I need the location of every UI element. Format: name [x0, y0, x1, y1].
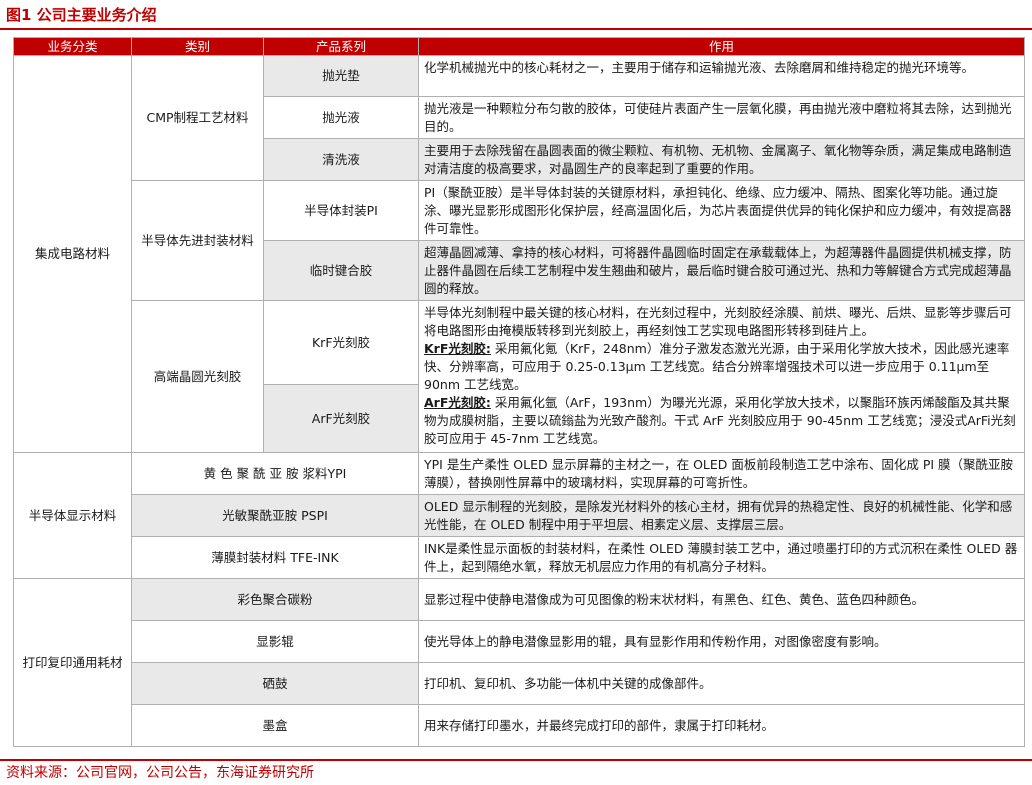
product-drum-cartridge: 硒鼓: [131, 662, 419, 705]
use-polishing-pad: 化学机械抛光中的核心耗材之一，主要用于储存和运输抛光液、去除磨屑和维持稳定的抛光…: [418, 55, 1025, 97]
table-row: 墨盒 用来存储打印墨水，并最终完成打印的部件，隶属于打印耗材。: [14, 704, 1025, 747]
use-tfe-ink: INK是柔性显示面板的封装材料，在柔性 OLED 薄膜封装工艺中，通过喷墨打印的…: [418, 536, 1025, 579]
header-function: 作用: [418, 37, 1025, 56]
header-category: 类别: [131, 37, 264, 56]
product-cleaning-fluid: 清洗液: [263, 138, 419, 181]
product-tfe-ink: 薄膜封装材料 TFE-INK: [131, 536, 419, 579]
product-krf-photoresist: KrF光刻胶: [263, 300, 419, 385]
business-table: 业务分类 类别 产品系列 作用 集成电路材料 CMP制程工艺材料 抛光垫 化学机…: [13, 37, 1025, 747]
use-developer-roller: 使光导体上的静电潜像显影用的辊，具有显影作用和传粉作用，对图像密度有影响。: [418, 620, 1025, 663]
use-color-toner: 显影过程中使静电潜像成为可见图像的粉末状材料，有黑色、红色、黄色、蓝色四种颜色。: [418, 578, 1025, 621]
title-divider: [0, 28, 1032, 30]
table-row: 集成电路材料 CMP制程工艺材料 抛光垫 化学机械抛光中的核心耗材之一，主要用于…: [13, 55, 1025, 453]
product-color-toner: 彩色聚合碳粉: [131, 578, 419, 621]
table-header-row: 业务分类 类别 产品系列 作用: [13, 37, 1025, 56]
table-row: 半导体先进封装材料 半导体封装PI PI（聚酰亚胺）是半导体封装的关键原材料，承…: [14, 180, 1025, 301]
table-row: 薄膜封装材料 TFE-INK INK是柔性显示面板的封装材料，在柔性 OLED …: [14, 536, 1025, 579]
table-row: 高端晶圆光刻胶 KrF光刻胶 半导体光刻制程中最关键的核心材料，在光刻过程中，光…: [14, 300, 1025, 453]
use-packaging-pi: PI（聚酰亚胺）是半导体封装的关键原材料，承担钝化、绝缘、应力缓冲、隔热、图案化…: [418, 180, 1025, 241]
product-ink-cartridge: 墨盒: [131, 704, 419, 747]
use-photoresist: 半导体光刻制程中最关键的核心材料，在光刻过程中，光刻胶经涂膜、前烘、曝光、后烘、…: [418, 300, 1025, 453]
use-temporary-bonding-adhesive: 超薄晶圆减薄、拿持的核心材料，可将器件晶圆临时固定在承载载体上，为超薄器件晶圆提…: [418, 240, 1025, 301]
krf-label: KrF光刻胶:: [424, 341, 491, 356]
product-packaging-pi: 半导体封装PI: [263, 180, 419, 241]
table-row: 硒鼓 打印机、复印机、多功能一体机中关键的成像部件。: [14, 662, 1025, 705]
figure-title: 图1 公司主要业务介绍: [6, 6, 157, 24]
use-pspi: OLED 显示制程的光刻胶，是除发光材料外的核心主材，拥有优异的热稳定性、良好的…: [418, 494, 1025, 537]
use-ypi: YPI 是生产柔性 OLED 显示屏幕的主材之一，在 OLED 面板前段制造工艺…: [418, 452, 1025, 495]
use-polishing-slurry: 抛光液是一种颗粒分布匀散的胶体，可使硅片表面产生一层氧化膜，再由抛光液中磨粒将其…: [418, 96, 1025, 139]
header-product-series: 产品系列: [263, 37, 419, 56]
krf-text: 采用氟化氪（KrF，248nm）准分子激发态激光光源，由于采用化学放大技术，因此…: [424, 341, 1010, 392]
arf-label: ArF光刻胶:: [424, 395, 491, 410]
subcategory-wafer-photoresist: 高端晶圆光刻胶: [131, 300, 264, 453]
use-cleaning-fluid: 主要用于去除残留在晶圆表面的微尘颗粒、有机物、无机物、金属离子、氧化物等杂质，满…: [418, 138, 1025, 181]
krf-description: KrF光刻胶: 采用氟化氪（KrF，248nm）准分子激发态激光光源，由于采用化…: [424, 340, 1020, 394]
table-row: 光敏聚酰亚胺 PSPI OLED 显示制程的光刻胶，是除发光材料外的核心主材，拥…: [14, 494, 1025, 537]
product-developer-roller: 显影辊: [131, 620, 419, 663]
subcategory-advanced-packaging: 半导体先进封装材料: [131, 180, 264, 301]
category-printing-consumables: 打印复印通用耗材: [13, 578, 132, 747]
product-temporary-bonding-adhesive: 临时键合胶: [263, 240, 419, 301]
header-business-category: 业务分类: [13, 37, 132, 56]
table-row: 打印复印通用耗材 彩色聚合碳粉 显影过程中使静电潜像成为可见图像的粉末状材料，有…: [13, 578, 1025, 747]
source-note: 资料来源：公司官网，公司公告，东海证券研究所: [6, 765, 314, 781]
category-display-materials: 半导体显示材料: [13, 452, 132, 579]
product-pspi: 光敏聚酰亚胺 PSPI: [131, 494, 419, 537]
footer-divider: [0, 759, 1032, 761]
use-ink-cartridge: 用来存储打印墨水，并最终完成打印的部件，隶属于打印耗材。: [418, 704, 1025, 747]
product-polishing-pad: 抛光垫: [263, 55, 419, 97]
category-ic-materials: 集成电路材料: [13, 55, 132, 453]
product-polishing-slurry: 抛光液: [263, 96, 419, 139]
arf-description: ArF光刻胶: 采用氟化氩（ArF，193nm）为曝光光源，采用化学放大技术，以…: [424, 394, 1020, 448]
product-ypi: 黄 色 聚 酰 亚 胺 浆料YPI: [131, 452, 419, 495]
photoresist-intro: 半导体光刻制程中最关键的核心材料，在光刻过程中，光刻胶经涂膜、前烘、曝光、后烘、…: [424, 305, 1012, 338]
table-row: 半导体显示材料 黄 色 聚 酰 亚 胺 浆料YPI YPI 是生产柔性 OLED…: [13, 452, 1025, 579]
subcategory-cmp: CMP制程工艺材料: [131, 55, 264, 181]
use-drum-cartridge: 打印机、复印机、多功能一体机中关键的成像部件。: [418, 662, 1025, 705]
table-row: 显影辊 使光导体上的静电潜像显影用的辊，具有显影作用和传粉作用，对图像密度有影响…: [14, 620, 1025, 663]
arf-text: 采用氟化氩（ArF，193nm）为曝光光源，采用化学放大技术，以聚脂环族丙烯酸酯…: [424, 395, 1016, 446]
product-arf-photoresist: ArF光刻胶: [263, 384, 419, 453]
